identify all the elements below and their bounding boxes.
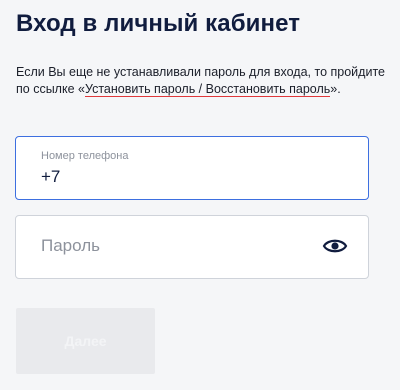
phone-input[interactable] xyxy=(41,167,341,187)
eye-icon[interactable] xyxy=(322,236,348,256)
next-button[interactable]: Далее xyxy=(16,308,155,374)
password-field[interactable] xyxy=(15,215,369,279)
password-setup-info: Если Вы еще не устанавливали пароль для … xyxy=(16,64,386,98)
page-title: Вход в личный кабинет xyxy=(16,10,301,37)
phone-field[interactable]: Номер телефона xyxy=(15,136,369,200)
info-text-after: ». xyxy=(330,82,341,96)
set-password-link[interactable]: Установить пароль / Восстановить пароль xyxy=(84,82,331,97)
phone-field-label: Номер телефона xyxy=(41,150,129,162)
password-input[interactable] xyxy=(41,236,301,256)
